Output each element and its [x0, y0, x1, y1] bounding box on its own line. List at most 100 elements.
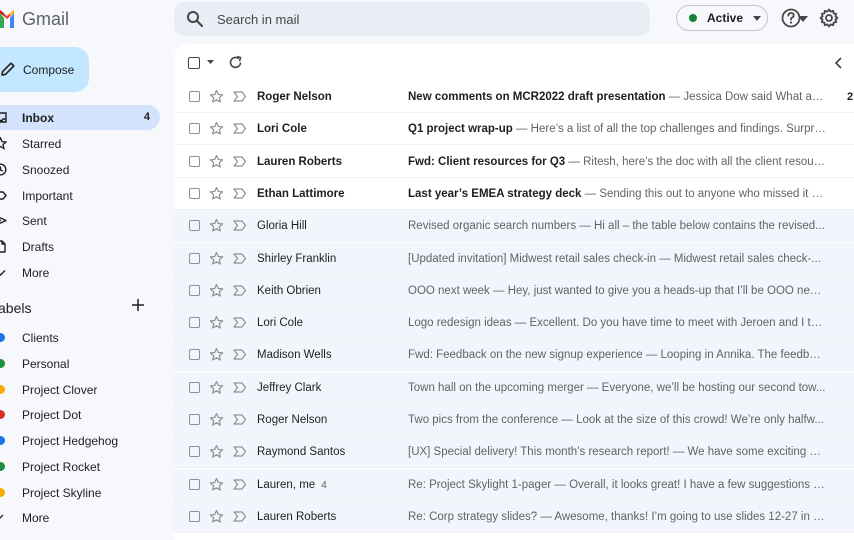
- star-icon[interactable]: [209, 186, 224, 201]
- sidebar-item-drafts[interactable]: Drafts: [0, 234, 160, 259]
- sidebar-item-snoozed[interactable]: Snoozed: [0, 157, 160, 182]
- label-item-personal[interactable]: Personal: [0, 351, 160, 375]
- sender-name: Keith Obrien: [257, 284, 321, 297]
- label-item-project-dot[interactable]: Project Dot: [0, 402, 160, 426]
- email-select-checkbox[interactable]: [189, 123, 200, 135]
- add-label-plus-icon[interactable]: [131, 298, 145, 312]
- clock-icon: [0, 163, 7, 176]
- important-marker-icon[interactable]: [233, 220, 247, 231]
- email-sender: Gloria Hill: [257, 220, 307, 232]
- important-marker-icon[interactable]: [233, 252, 247, 264]
- email-select-checkbox[interactable]: [189, 317, 200, 329]
- star-icon[interactable]: [209, 509, 224, 524]
- email-row[interactable]: Shirley Franklin [Updated invitation] Mid…: [174, 242, 854, 275]
- email-row[interactable]: Lauren Roberts Fwd: Client resources for …: [174, 146, 854, 178]
- important-marker-icon[interactable]: [233, 414, 247, 425]
- label-item-project-skyline[interactable]: Project Skyline: [0, 480, 160, 504]
- sender-name: Madison Wells: [257, 349, 332, 362]
- email-row[interactable]: Lauren Roberts Re: Corp strategy slides? …: [174, 500, 854, 533]
- sidebar-item-sent[interactable]: Sent: [0, 208, 160, 233]
- label-item-clients[interactable]: Clients: [0, 325, 160, 349]
- email-row[interactable]: Roger Nelson New comments on MCR2022 draf…: [174, 81, 854, 113]
- gmail-logo[interactable]: Gmail: [0, 6, 69, 32]
- search-input[interactable]: Search in mail: [217, 12, 299, 27]
- email-row[interactable]: Lori Cole Q1 project wrap-up — Here’s a l…: [174, 113, 854, 146]
- chevron-left-icon[interactable]: [833, 56, 845, 70]
- star-icon[interactable]: [209, 444, 224, 459]
- email-select-checkbox[interactable]: [189, 155, 200, 167]
- email-row[interactable]: Roger Nelson Two pics from the conference…: [174, 404, 854, 436]
- important-marker-icon[interactable]: [233, 285, 247, 296]
- important-marker-icon[interactable]: [233, 349, 247, 360]
- star-icon[interactable]: [209, 412, 224, 427]
- help-icon[interactable]: [781, 8, 801, 28]
- email-subject: [UX] Special delivery! This month’s rese…: [408, 446, 670, 459]
- email-row[interactable]: Ethan Lattimore Last year’s EMEA strategy…: [174, 178, 854, 210]
- important-marker-icon[interactable]: [233, 317, 247, 328]
- important-marker-icon[interactable]: [233, 188, 247, 199]
- important-marker-icon[interactable]: [233, 123, 247, 134]
- email-row[interactable]: Jeffrey Clark Town hall on the upcoming m…: [174, 371, 854, 404]
- important-marker-icon[interactable]: [233, 155, 247, 167]
- email-row[interactable]: Keith Obrien OOO next week — Hey, just wa…: [174, 274, 854, 307]
- important-marker-icon[interactable]: [233, 446, 247, 457]
- label-item-project-hedgehog[interactable]: Project Hedgehog: [0, 428, 160, 452]
- email-content: Re: Project Skylight 1-pager — Overall, …: [408, 479, 826, 491]
- important-icon: [0, 191, 7, 200]
- email-snippet: — Overall, it looks great! I have a few …: [551, 478, 826, 491]
- star-icon[interactable]: [209, 251, 224, 266]
- important-marker-icon[interactable]: [233, 478, 247, 490]
- search-icon[interactable]: [186, 10, 204, 28]
- important-marker-icon[interactable]: [233, 382, 247, 393]
- sidebar-item-starred[interactable]: Starred: [0, 131, 160, 156]
- sidebar-item-important[interactable]: Important: [0, 183, 160, 208]
- email-select-checkbox[interactable]: [189, 220, 200, 232]
- important-marker-icon[interactable]: [233, 91, 247, 102]
- compose-button[interactable]: Compose: [0, 47, 89, 92]
- star-icon[interactable]: [209, 283, 224, 298]
- search-bar[interactable]: Search in mail: [174, 2, 808, 36]
- settings-gear-icon[interactable]: [819, 8, 839, 28]
- sidebar-item-inbox[interactable]: Inbox 4: [0, 105, 160, 130]
- email-select-checkbox[interactable]: [189, 187, 200, 199]
- important-marker-icon[interactable]: [233, 511, 247, 522]
- email-select-checkbox[interactable]: [189, 510, 200, 522]
- email-select-checkbox[interactable]: [189, 414, 200, 425]
- email-row[interactable]: Lauren, me 4 Re: Project Skylight 1-pager …: [174, 468, 854, 501]
- sidebar-item-label: More: [22, 266, 50, 280]
- sender-name: Lauren Roberts: [257, 155, 342, 168]
- email-select-checkbox[interactable]: [189, 446, 200, 458]
- star-icon: [0, 137, 7, 150]
- email-select-checkbox[interactable]: [189, 91, 200, 102]
- label-item-project-clover[interactable]: Project Clover: [0, 377, 160, 401]
- star-icon[interactable]: [209, 380, 224, 395]
- email-select-checkbox[interactable]: [189, 349, 200, 361]
- star-icon[interactable]: [209, 121, 224, 136]
- email-content: Fwd: Feedback on the new signup experien…: [408, 349, 826, 361]
- email-select-checkbox[interactable]: [189, 478, 200, 490]
- select-all-checkbox[interactable]: [188, 57, 200, 69]
- star-icon[interactable]: [209, 89, 224, 104]
- label-item-project-rocket[interactable]: Project Rocket: [0, 454, 160, 478]
- star-icon[interactable]: [209, 218, 224, 233]
- email-content: New comments on MCR2022 draft presentati…: [408, 91, 826, 103]
- email-select-checkbox[interactable]: [189, 284, 200, 296]
- email-row[interactable]: Raymond Santos [UX] Special delivery! Thi…: [174, 436, 854, 469]
- email-content: Two pics from the conference — Look at t…: [408, 414, 826, 426]
- email-row[interactable]: Gloria Hill Revised organic search number…: [174, 210, 854, 243]
- email-row[interactable]: Madison Wells Fwd: Feedback on the new si…: [174, 339, 854, 372]
- refresh-icon[interactable]: [228, 55, 243, 70]
- email-row[interactable]: Lori Cole Logo redesign ideas — Excellent…: [174, 307, 854, 340]
- star-icon[interactable]: [209, 477, 224, 492]
- select-options-caret-icon[interactable]: [207, 60, 214, 64]
- star-icon[interactable]: [209, 315, 224, 330]
- label-color-dot-icon: [0, 410, 5, 419]
- email-select-checkbox[interactable]: [189, 381, 200, 393]
- status-selector[interactable]: Active: [676, 5, 768, 31]
- email-snippet: — Ritesh, here’s the doc with all the cl…: [565, 155, 826, 168]
- star-icon[interactable]: [209, 154, 224, 169]
- star-icon[interactable]: [209, 347, 224, 362]
- email-select-checkbox[interactable]: [189, 252, 200, 264]
- labels-more-item[interactable]: More: [0, 505, 160, 529]
- sidebar-item-more[interactable]: More: [0, 260, 160, 285]
